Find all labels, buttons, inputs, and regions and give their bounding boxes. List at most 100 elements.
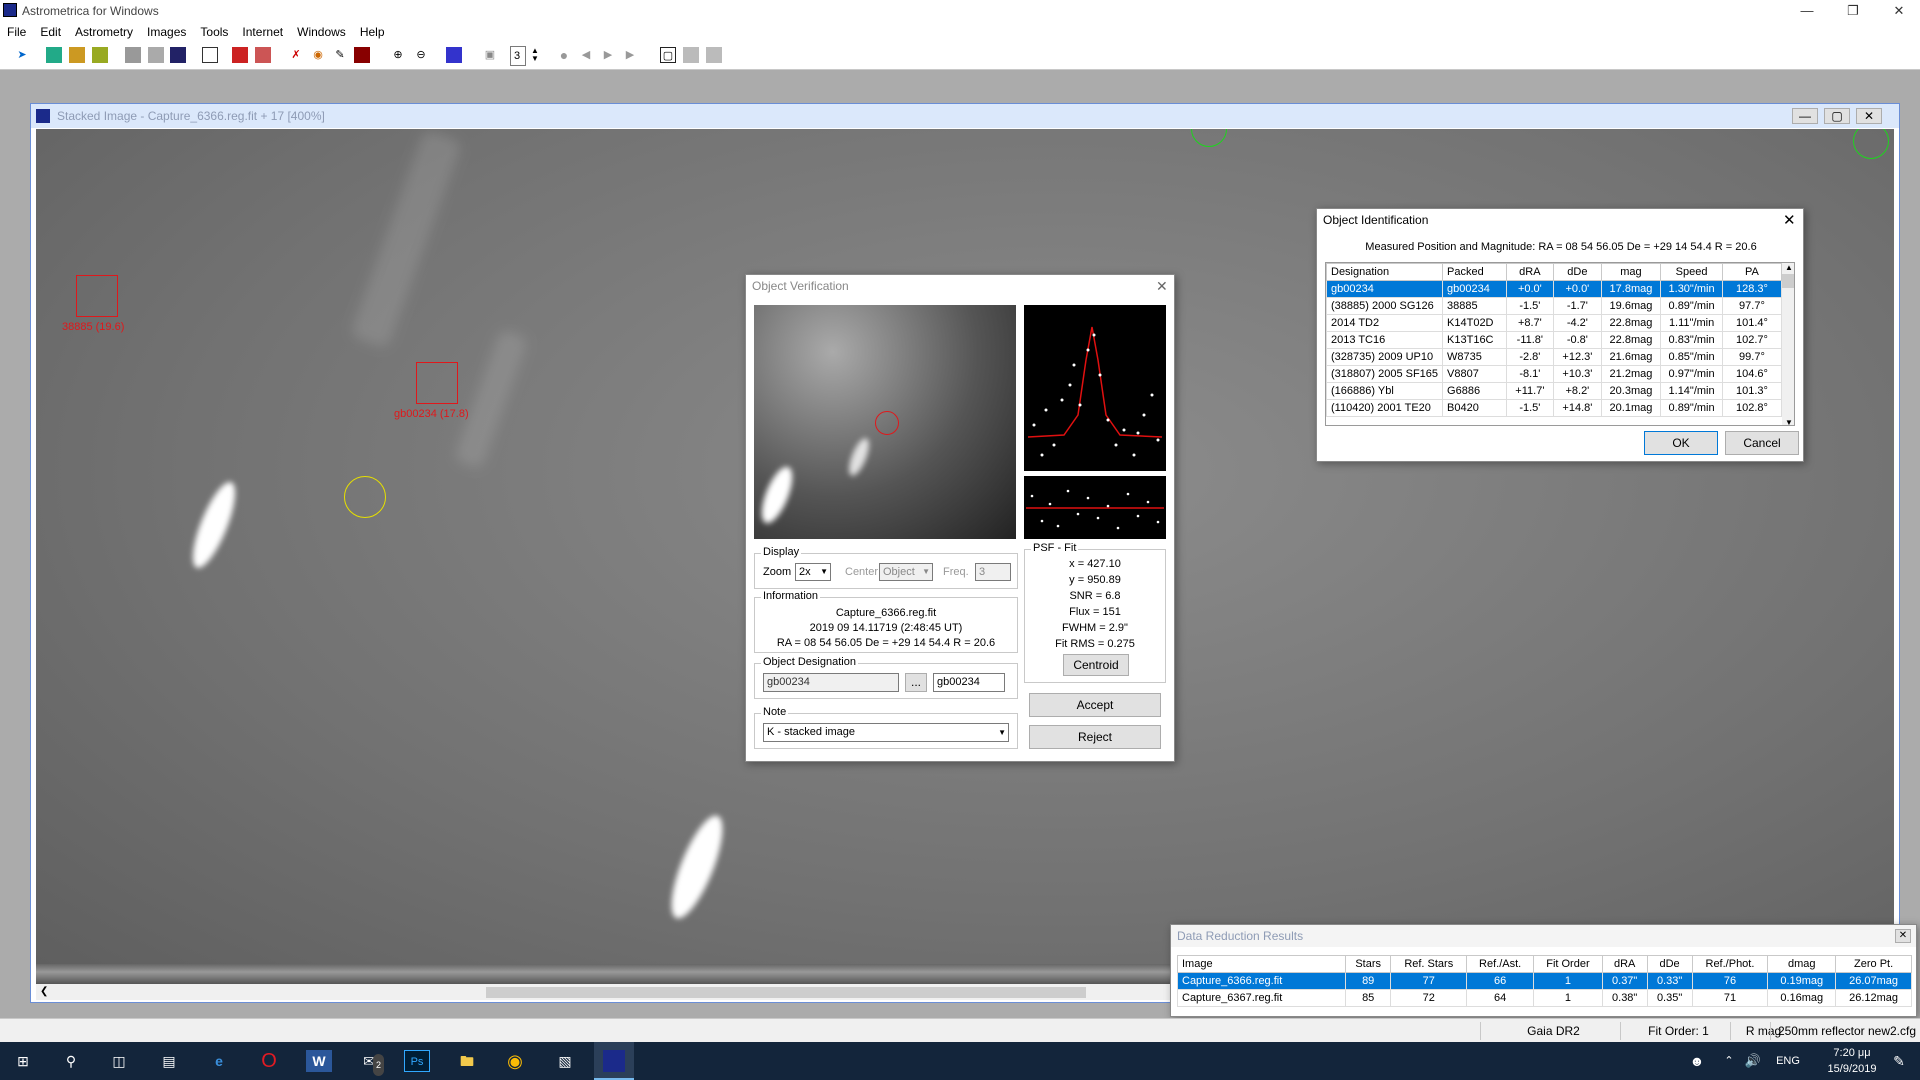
stack-icon[interactable] <box>232 47 248 63</box>
blink-icon[interactable] <box>170 47 186 63</box>
store-icon[interactable]: ▤ <box>156 1050 182 1072</box>
col-dde[interactable]: dDe <box>1646 955 1693 973</box>
center-select[interactable]: Object ▼ <box>879 563 933 581</box>
frame-icon[interactable] <box>202 47 218 63</box>
freq-input[interactable]: 3 <box>510 46 526 66</box>
edge-icon[interactable]: e <box>206 1050 232 1072</box>
close-icon[interactable]: ✕ <box>1876 0 1920 22</box>
centroid-button[interactable]: Centroid <box>1063 654 1129 676</box>
image-close-button[interactable]: ✕ <box>1856 108 1882 124</box>
accept-button[interactable]: Accept <box>1029 693 1161 717</box>
data-reduction-table[interactable]: Image Stars Ref. Stars Ref./Ast. Fit Ord… <box>1177 955 1912 1012</box>
col-designation[interactable]: Designation <box>1326 263 1444 281</box>
chrome-icon[interactable]: ◉ <box>502 1050 528 1072</box>
reject-button[interactable]: Reject <box>1029 725 1161 749</box>
menu-images[interactable]: Images <box>140 22 193 42</box>
display-icon[interactable] <box>148 47 164 63</box>
scroll-down-icon[interactable]: ▼ <box>1782 418 1794 425</box>
close-icon[interactable]: ✕ <box>1895 929 1911 943</box>
menu-help[interactable]: Help <box>353 22 392 42</box>
scroll-left-icon[interactable]: ❮ <box>40 984 48 1000</box>
close-icon[interactable]: ✕ <box>1156 278 1168 295</box>
designation-input[interactable]: gb00234 <box>763 673 899 692</box>
col-speed[interactable]: Speed <box>1660 263 1723 281</box>
play-icon[interactable]: ▶ <box>600 47 616 63</box>
col-image[interactable]: Image <box>1177 955 1346 973</box>
astrometrica-taskbar-icon[interactable] <box>594 1042 634 1080</box>
word-icon[interactable]: W <box>306 1050 332 1072</box>
arrow-icon[interactable]: ➤ <box>14 47 30 63</box>
menu-astrometry[interactable]: Astrometry <box>68 22 140 42</box>
table-row[interactable]: (328735) 2009 UP10 W8735 -2.8' +12.3' 21.6ma… <box>1326 348 1783 366</box>
file-explorer-icon[interactable]: 🖿 <box>454 1050 480 1072</box>
identification-list[interactable]: Designation Packed dRA dDe mag Speed PA … <box>1325 262 1795 426</box>
track-stack-icon[interactable] <box>255 47 271 63</box>
zoom-select[interactable]: 2x ▼ <box>795 563 831 581</box>
col-dra[interactable]: dRA <box>1601 955 1648 973</box>
photometry-icon[interactable]: ◉ <box>310 47 326 63</box>
note-select[interactable]: K - stacked image ▼ <box>763 723 1009 742</box>
menu-edit[interactable]: Edit <box>33 22 68 42</box>
table-row[interactable]: Capture_6367.reg.fit 85 72 64 1 0.38" 0.35" 71 0… <box>1177 989 1912 1007</box>
tile-icon[interactable] <box>706 47 722 63</box>
image-minimize-button[interactable]: — <box>1792 108 1818 124</box>
menu-internet[interactable]: Internet <box>235 22 290 42</box>
load-images-icon[interactable] <box>69 47 85 63</box>
next-icon[interactable]: ▶ <box>622 47 638 63</box>
windows-start-icon[interactable]: ⊞ <box>10 1050 36 1072</box>
col-stars[interactable]: Stars <box>1344 955 1392 973</box>
video-editor-icon[interactable]: ▧ <box>552 1050 578 1072</box>
restore-icon[interactable]: ❐ <box>1830 0 1876 22</box>
col-mag[interactable]: mag <box>1600 263 1662 281</box>
table-row[interactable]: (166886) Ybl G6886 +11.7' +8.2' 20.3mag 1.14"… <box>1326 382 1783 400</box>
minimize-icon[interactable]: — <box>1784 0 1830 22</box>
zoom-out-icon[interactable]: ⊖ <box>413 47 429 63</box>
astrometry-icon[interactable]: ✗ <box>288 47 304 63</box>
col-dmag[interactable]: dmag <box>1767 955 1837 973</box>
scroll-up-icon[interactable]: ▲ <box>1782 263 1794 272</box>
cancel-button[interactable]: Cancel <box>1725 431 1799 455</box>
window-icon[interactable] <box>683 47 699 63</box>
target-marker[interactable] <box>344 476 386 518</box>
fullscreen-icon[interactable]: ▢ <box>660 47 676 63</box>
menu-file[interactable]: File <box>0 22 33 42</box>
close-icon[interactable]: ✕ <box>1783 211 1796 229</box>
search-icon[interactable]: ⚲ <box>58 1050 84 1072</box>
designation-packed-input[interactable]: gb00234 <box>933 673 1005 692</box>
previous-icon[interactable]: ◀ <box>578 47 594 63</box>
photoshop-icon[interactable]: Ps <box>404 1050 430 1072</box>
record-icon[interactable]: ● <box>556 47 572 63</box>
task-view-icon[interactable]: ◫ <box>106 1050 132 1072</box>
table-row[interactable]: (110420) 2001 TE20 B0420 -1.5' +14.8' 20.1ma… <box>1326 399 1783 417</box>
col-ref-phot[interactable]: Ref./Phot. <box>1691 955 1769 973</box>
table-row[interactable]: gb00234 gb00234 +0.0' +0.0' 17.8mag 1.30"/min… <box>1326 280 1783 298</box>
settings-icon[interactable] <box>125 47 141 63</box>
col-packed[interactable]: Packed <box>1442 263 1507 281</box>
table-row[interactable]: 2014 TD2 K14T02D +8.7' -4.2' 22.8mag 1.11"/mi… <box>1326 314 1783 332</box>
language-indicator[interactable]: ENG <box>1770 1050 1806 1072</box>
edit-icon[interactable]: ✎ <box>332 47 348 63</box>
known-objects-icon[interactable] <box>354 47 370 63</box>
known-object-marker[interactable] <box>416 362 458 404</box>
col-dra[interactable]: dRA <box>1505 263 1555 281</box>
zoom-preview[interactable] <box>754 305 1016 539</box>
col-fit-order[interactable]: Fit Order <box>1533 955 1603 973</box>
freq-stepper[interactable]: 3 <box>975 563 1011 581</box>
vertical-scrollbar[interactable]: ▲ ▼ <box>1782 263 1794 425</box>
menu-tools[interactable]: Tools <box>193 22 235 42</box>
open-images-icon[interactable] <box>46 47 62 63</box>
table-row[interactable]: Capture_6366.reg.fit 89 77 66 1 0.37" 0.33" 76 0… <box>1177 972 1912 990</box>
show-hidden-icon[interactable]: ⌃ <box>1716 1050 1742 1072</box>
scroll-thumb[interactable] <box>486 987 1086 998</box>
col-zero-pt[interactable]: Zero Pt. <box>1835 955 1912 973</box>
scroll-thumb[interactable] <box>1782 274 1794 288</box>
volume-icon[interactable]: 🔊 <box>1740 1050 1766 1072</box>
clock[interactable]: 7:20 μμ 15/9/2019 <box>1812 1045 1892 1077</box>
ok-button[interactable]: OK <box>1644 431 1718 455</box>
known-object-marker[interactable] <box>76 275 118 317</box>
col-ref-stars[interactable]: Ref. Stars <box>1390 955 1468 973</box>
blink-toggle-icon[interactable]: ▣ <box>482 47 498 63</box>
table-row[interactable]: 2013 TC16 K13T16C -11.8' -0.8' 22.8mag 0.83"/… <box>1326 331 1783 349</box>
table-row[interactable]: (318807) 2005 SF165 V8807 -8.1' +10.3' 21.2m… <box>1326 365 1783 383</box>
opera-icon[interactable]: O <box>256 1050 282 1072</box>
